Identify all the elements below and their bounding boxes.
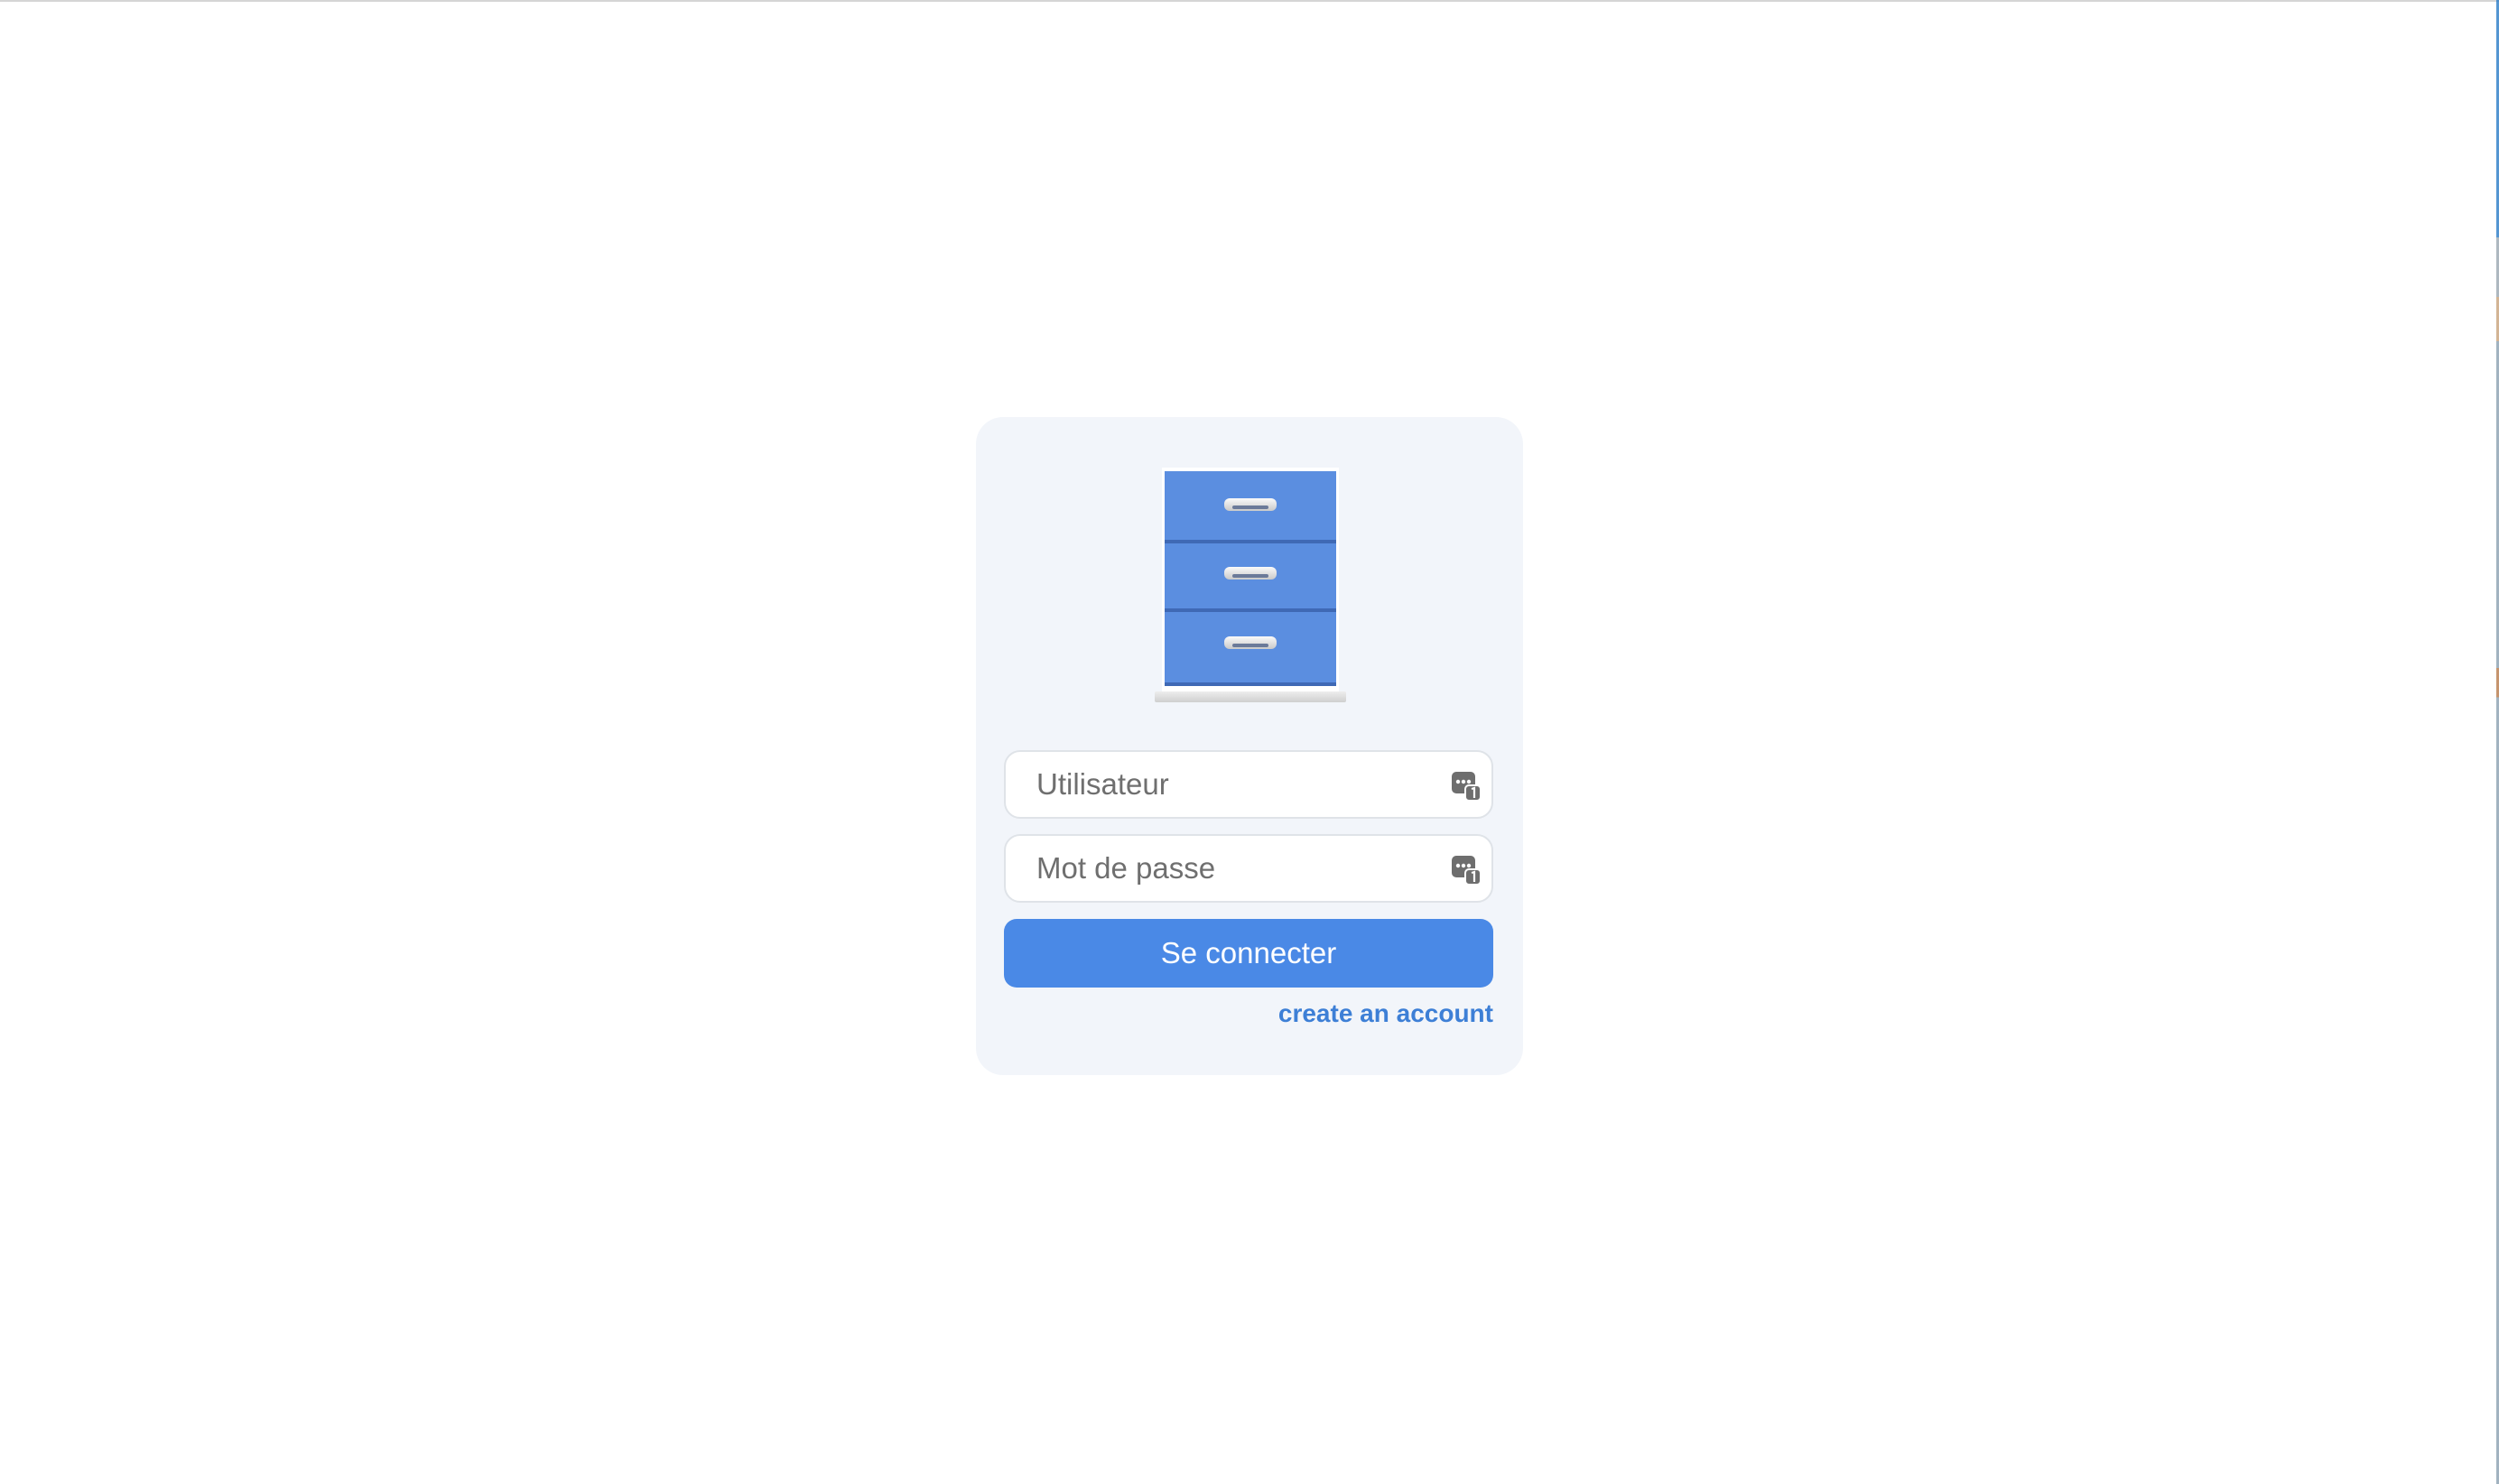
- filing-cabinet-icon: [1155, 468, 1346, 702]
- password-manager-key-icon[interactable]: [1450, 854, 1482, 886]
- window-top-border: [0, 0, 2499, 2]
- password-input[interactable]: [1006, 836, 1491, 901]
- create-account-link[interactable]: create an account: [1278, 999, 1493, 1028]
- password-manager-key-icon[interactable]: [1450, 770, 1482, 802]
- password-field[interactable]: [1004, 834, 1493, 903]
- login-button[interactable]: Se connecter: [1004, 919, 1493, 988]
- username-field[interactable]: [1004, 750, 1493, 819]
- login-card: Se connecter create an account: [976, 417, 1523, 1075]
- username-input[interactable]: [1006, 752, 1491, 817]
